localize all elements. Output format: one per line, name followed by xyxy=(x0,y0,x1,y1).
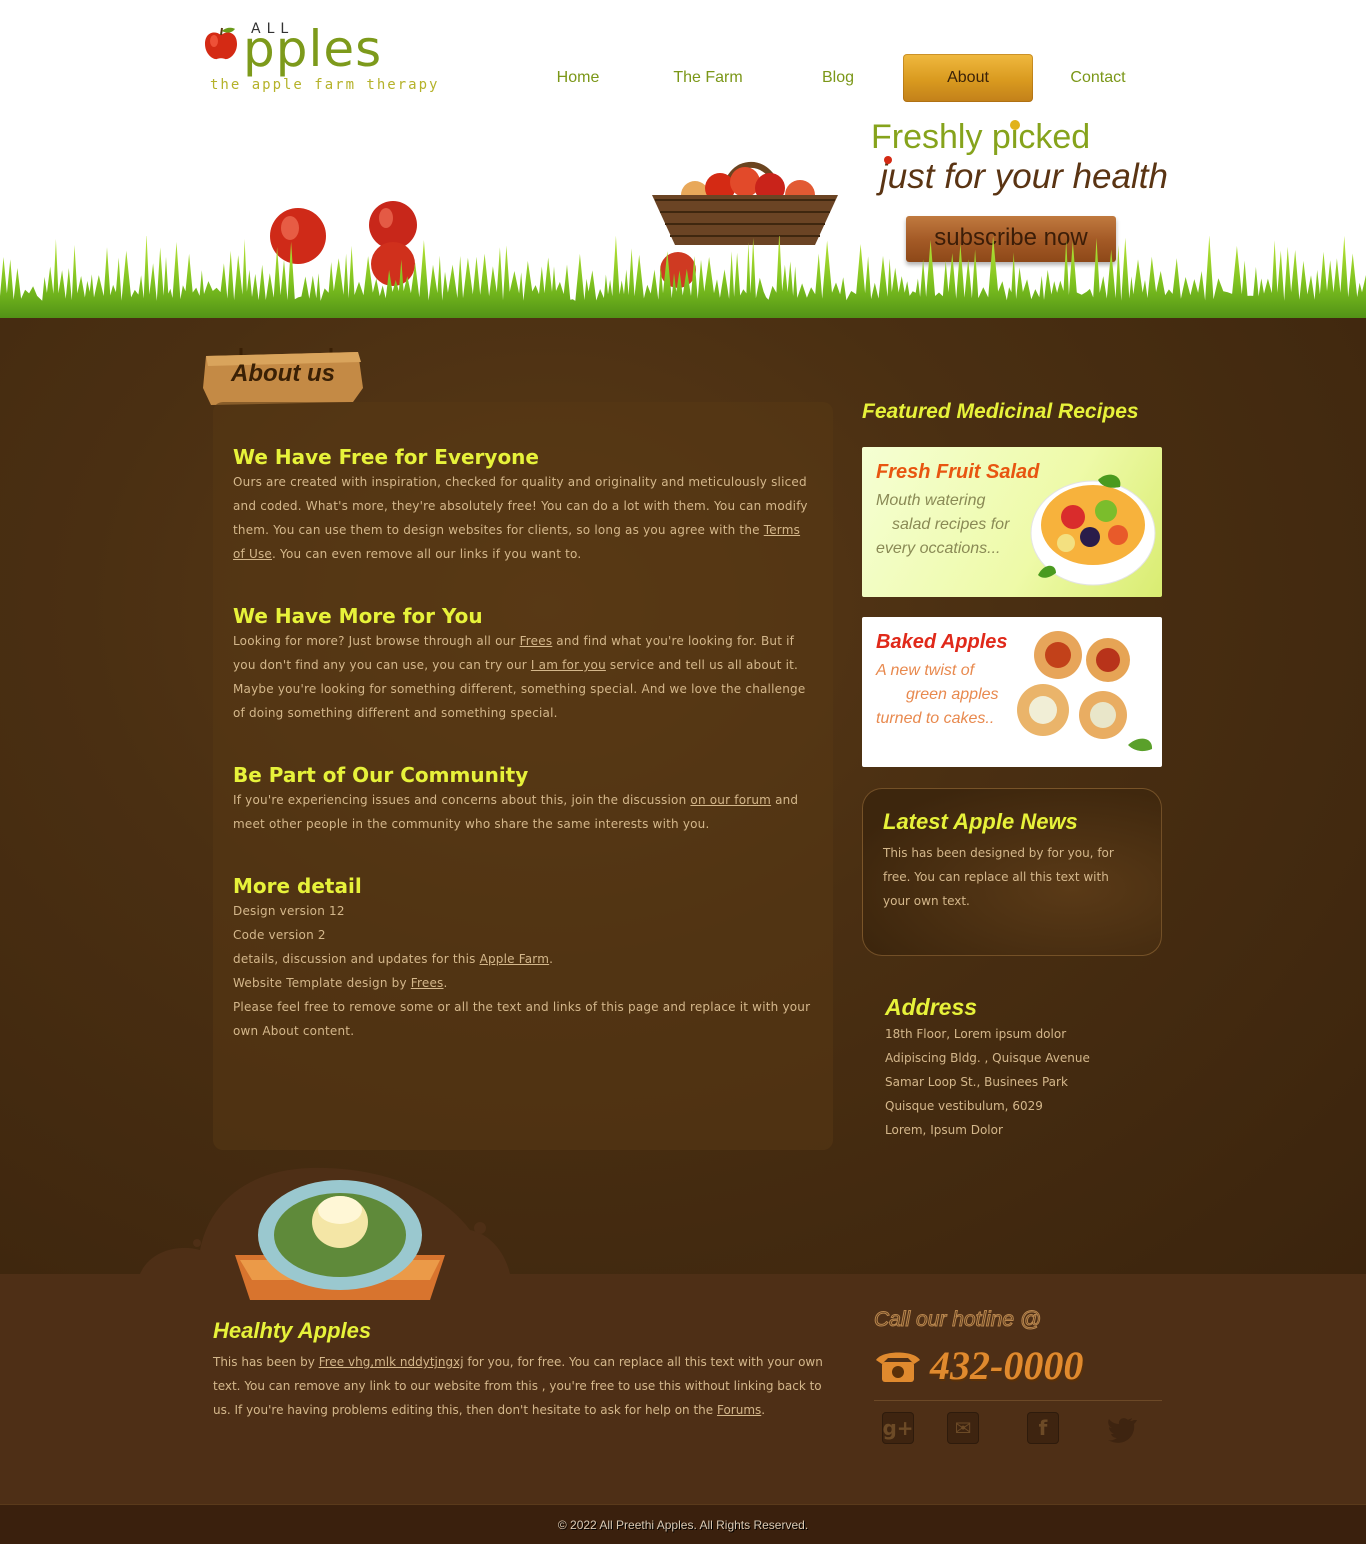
remove-text-note: Please feel free to remove some or all t… xyxy=(233,1000,811,1038)
logo-word: pples xyxy=(243,20,383,78)
recipe-card-fruit-salad[interactable]: Fresh Fruit Salad Mouth watering salad r… xyxy=(862,447,1162,597)
about-us-sign: About us xyxy=(203,348,365,406)
address-line: Quisque vestibulum, 6029 xyxy=(885,1099,1043,1113)
main-nav: Home The Farm Blog About Contact xyxy=(513,54,1163,102)
address-title: Address xyxy=(885,994,978,1020)
details-line: details, discussion and updates for this… xyxy=(233,952,554,966)
address-line: Samar Loop St., Businees Park xyxy=(885,1075,1068,1089)
card-title: Baked Apples xyxy=(876,631,1008,653)
free-link[interactable]: Free vhg,mlk nddytjngxj xyxy=(319,1355,464,1369)
section-text: Looking for more? Just browse through al… xyxy=(233,634,806,720)
hotline-label: Call our hotline @ xyxy=(873,1308,1042,1332)
nav-the-farm[interactable]: The Farm xyxy=(643,54,773,102)
divider xyxy=(874,1400,1162,1401)
card-text: Mouth watering salad recipes for every o… xyxy=(876,492,1010,557)
i-am-for-you-link[interactable]: I am for you xyxy=(531,658,606,672)
section-text: Ours are created with inspiration, check… xyxy=(233,475,808,561)
forums-link[interactable]: Forums xyxy=(717,1403,761,1417)
apple-decoration-icon xyxy=(884,156,892,164)
section-more-detail: More detail Design version 12 Code versi… xyxy=(233,873,813,1043)
phone-icon xyxy=(876,1352,920,1382)
mail-icon[interactable]: ✉ xyxy=(947,1412,979,1444)
baked-apples-image xyxy=(1017,631,1153,752)
twitter-icon[interactable] xyxy=(1106,1412,1138,1444)
nav-contact[interactable]: Contact xyxy=(1033,54,1163,102)
section-free-for-everyone: We Have Free for Everyone Ours are creat… xyxy=(233,444,813,566)
news-title: Latest Apple News xyxy=(883,809,1078,834)
address-line: 18th Floor, Lorem ipsum dolor xyxy=(885,1027,1067,1041)
address-block: Address 18th Floor, Lorem ipsum dolor Ad… xyxy=(885,992,1090,1142)
grass-decoration xyxy=(0,236,1366,330)
about-us-heading: About us xyxy=(231,360,335,387)
section-title: We Have Free for Everyone xyxy=(233,445,539,469)
section-title: More detail xyxy=(233,874,362,898)
card-title: Fresh Fruit Salad xyxy=(876,461,1040,483)
forum-link[interactable]: on our forum xyxy=(690,793,771,807)
frees-link[interactable]: Frees xyxy=(520,634,553,648)
logo[interactable]: ALL pples the apple farm therapy xyxy=(203,20,443,100)
nav-home[interactable]: Home xyxy=(513,54,643,102)
apple-decoration-icon xyxy=(1010,120,1020,130)
nav-blog[interactable]: Blog xyxy=(773,54,903,102)
section-title: We Have More for You xyxy=(233,604,483,628)
section-title: Be Part of Our Community xyxy=(233,763,529,787)
hero-subtitle: just for your health xyxy=(880,157,1168,196)
address-line: Lorem, Ipsum Dolor xyxy=(885,1123,1003,1137)
google-plus-icon[interactable]: g+ xyxy=(882,1412,914,1444)
latest-news-panel: Latest Apple News This has been designed… xyxy=(862,788,1162,956)
copyright-bar: © 2022 All Preethi Apples. All Rights Re… xyxy=(0,1504,1366,1544)
footer-text: This has been by Free vhg,mlk nddytjngxj… xyxy=(213,1355,823,1417)
frees-credit-link[interactable]: Frees xyxy=(411,976,444,990)
header: ALL pples the apple farm therapy Home Th… xyxy=(0,0,1366,330)
footer-title: Healhty Apples xyxy=(213,1318,372,1343)
section-community: Be Part of Our Community If you're exper… xyxy=(233,762,813,836)
logo-tagline: the apple farm therapy xyxy=(210,77,440,93)
design-version: Design version 12 xyxy=(233,904,345,918)
section-more-for-you: We Have More for You Looking for more? J… xyxy=(233,603,813,725)
nav-about[interactable]: About xyxy=(903,54,1033,102)
hotline-number[interactable]: 432-0000 xyxy=(930,1342,1083,1389)
twitter-bird-icon xyxy=(1108,1418,1137,1443)
facebook-icon[interactable]: f xyxy=(1027,1412,1059,1444)
apple-logo-icon xyxy=(205,27,237,60)
section-text: If you're experiencing issues and concer… xyxy=(233,793,799,831)
recipe-card-baked-apples[interactable]: Baked Apples A new twist of green apples… xyxy=(862,617,1162,767)
apple-farm-link[interactable]: Apple Farm xyxy=(480,952,550,966)
card-text: A new twist of green apples turned to ca… xyxy=(876,662,999,727)
address-line: Adipiscing Bldg. , Quisque Avenue xyxy=(885,1051,1090,1065)
hero-title: Freshly picked xyxy=(871,118,1091,156)
template-credit-line: Website Template design by Frees. xyxy=(233,976,448,990)
featured-recipes-title: Featured Medicinal Recipes xyxy=(862,400,1139,423)
code-version: Code version 2 xyxy=(233,928,326,942)
news-text: This has been designed by for you, for f… xyxy=(883,846,1114,908)
copyright-text: © 2022 All Preethi Apples. All Rights Re… xyxy=(557,1518,809,1532)
salad-dish-image xyxy=(140,1167,510,1300)
dish-decoration xyxy=(140,1160,520,1320)
